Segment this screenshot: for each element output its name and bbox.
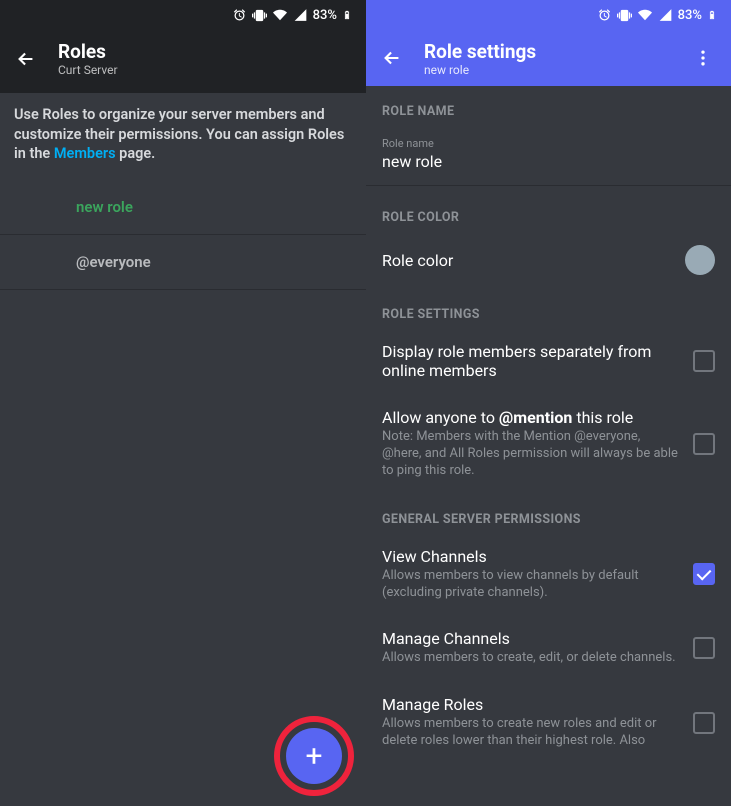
role-settings-screen: 83% Role settings new role ROLE NAME Rol… (366, 0, 731, 806)
view-channels-title: View Channels (382, 547, 681, 566)
allow-mention-checkbox[interactable] (693, 433, 715, 455)
manage-channels-title: Manage Channels (382, 629, 681, 648)
manage-channels-row[interactable]: Manage Channels Allows members to create… (366, 615, 731, 681)
page-subtitle: new role (424, 63, 536, 77)
manage-roles-title: Manage Roles (382, 695, 681, 714)
battery-icon (342, 7, 352, 23)
signal-icon (658, 8, 673, 22)
allow-mention-desc: Note: Members with the Mention @everyone… (382, 429, 681, 480)
vibrate-icon (617, 8, 632, 23)
header-titles: Roles Curt Server (58, 40, 118, 77)
wifi-icon (637, 8, 653, 22)
view-channels-desc: Allows members to view channels by defau… (382, 568, 681, 602)
manage-roles-row[interactable]: Manage Roles Allows members to create ne… (366, 681, 731, 764)
role-name: new role (76, 198, 133, 216)
allow-mention-row[interactable]: Allow anyone to @mention this role Note:… (366, 394, 731, 494)
role-item-new-role[interactable]: new role (0, 180, 366, 235)
general-perms-header: GENERAL SERVER PERMISSIONS (366, 494, 731, 533)
role-settings-header: ROLE SETTINGS (366, 289, 731, 328)
signal-icon (293, 8, 308, 22)
mention-bold: @mention (499, 408, 572, 427)
role-name-label: Role name (366, 125, 731, 150)
page-title: Role settings (424, 40, 536, 63)
page-title: Roles (58, 40, 118, 63)
wifi-icon (272, 8, 288, 22)
allow-mention-title: Allow anyone to @mention this role (382, 408, 681, 427)
role-name-header: ROLE NAME (366, 86, 731, 125)
status-bar: 83% (0, 0, 366, 30)
back-icon[interactable] (380, 46, 404, 70)
display-separately-checkbox[interactable] (693, 350, 715, 372)
battery-text: 83% (313, 8, 337, 23)
battery-icon (707, 7, 717, 23)
page-subtitle: Curt Server (58, 63, 118, 77)
header: Roles Curt Server (0, 30, 366, 93)
alarm-icon (232, 8, 247, 23)
intro-text: Use Roles to organize your server member… (0, 93, 366, 180)
more-icon[interactable] (691, 46, 715, 70)
intro-post: page. (116, 145, 156, 162)
manage-roles-checkbox[interactable] (693, 712, 715, 734)
view-channels-checkbox[interactable] (693, 563, 715, 585)
manage-channels-desc: Allows members to create, edit, or delet… (382, 650, 681, 667)
back-icon[interactable] (14, 47, 38, 71)
display-separately-title: Display role members separately from onl… (382, 342, 681, 380)
role-name: @everyone (76, 253, 151, 271)
header-titles: Role settings new role (424, 40, 536, 77)
fab-highlight-ring: + (274, 716, 354, 796)
role-name-input[interactable]: new role (366, 150, 731, 186)
plus-icon: + (305, 739, 322, 774)
status-bar: 83% (366, 0, 731, 30)
role-color-header: ROLE COLOR (366, 192, 731, 231)
battery-text: 83% (678, 8, 702, 23)
view-channels-row[interactable]: View Channels Allows members to view cha… (366, 533, 731, 616)
mention-pre: Allow anyone to (382, 408, 499, 427)
vibrate-icon (252, 8, 267, 23)
add-role-button[interactable]: + (286, 728, 342, 784)
role-color-label: Role color (382, 251, 673, 270)
header: Role settings new role (366, 30, 731, 86)
members-link[interactable]: Members (54, 145, 116, 162)
roles-screen: 83% Roles Curt Server Use Roles to organ… (0, 0, 366, 806)
mention-post: this role (572, 408, 633, 427)
role-color-row[interactable]: Role color (366, 231, 731, 289)
role-color-swatch[interactable] (685, 245, 715, 275)
alarm-icon (597, 8, 612, 23)
manage-roles-desc: Allows members to create new roles and e… (382, 716, 681, 750)
manage-channels-checkbox[interactable] (693, 637, 715, 659)
role-item-everyone[interactable]: @everyone (0, 235, 366, 290)
display-separately-row[interactable]: Display role members separately from onl… (366, 328, 731, 394)
